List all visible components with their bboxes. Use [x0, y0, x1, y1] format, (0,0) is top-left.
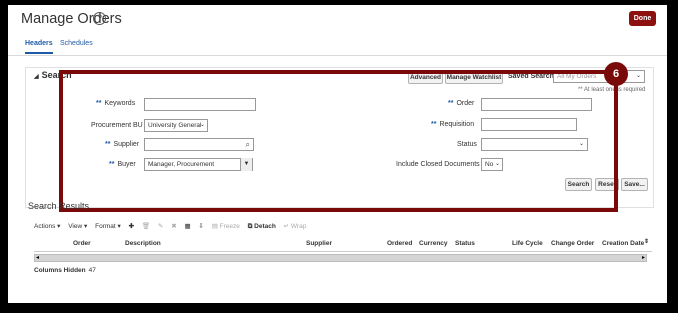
- help-icon[interactable]: ?: [93, 12, 106, 25]
- done-button[interactable]: Done: [629, 11, 656, 26]
- freeze-label: Freeze: [219, 223, 240, 230]
- tabs-divider: [8, 55, 667, 56]
- chevron-down-icon: ⌄: [635, 73, 641, 79]
- column-header-status[interactable]: Status: [455, 240, 475, 247]
- results-table-header: Order Description Supplier Ordered Curre…: [34, 238, 652, 252]
- column-header-change-order[interactable]: Change Order: [551, 240, 594, 247]
- page-title: Manage Orders: [21, 11, 122, 27]
- column-header-description[interactable]: Description: [125, 240, 161, 247]
- columns-hidden-info: Columns Hidden 47: [34, 267, 96, 274]
- collapse-triangle-icon[interactable]: ◢: [34, 74, 39, 80]
- column-header-supplier[interactable]: Supplier: [306, 240, 332, 247]
- delete-icon: 🗑: [141, 223, 151, 230]
- tab-headers[interactable]: Headers: [25, 40, 53, 54]
- actions-menu[interactable]: Actions ▾: [34, 222, 60, 230]
- step-badge: 6: [604, 62, 628, 86]
- detach-label: Detach: [254, 223, 276, 230]
- column-header-creation-date[interactable]: Creation Date: [602, 240, 644, 247]
- add-icon[interactable]: ✚: [129, 222, 134, 230]
- column-header-ordered[interactable]: Ordered: [387, 240, 412, 247]
- freeze-button: ▤ Freeze: [211, 223, 240, 230]
- scroll-right-icon[interactable]: ▸: [642, 254, 645, 261]
- column-header-life-cycle[interactable]: Life Cycle: [512, 240, 543, 247]
- view-label: View: [68, 223, 83, 230]
- column-header-currency[interactable]: Currency: [419, 240, 448, 247]
- horizontal-scrollbar[interactable]: ◂ ▸: [34, 254, 647, 262]
- column-header-order[interactable]: Order: [73, 240, 91, 247]
- wrap-label: Wrap: [290, 223, 307, 230]
- columns-icon[interactable]: ▦: [184, 222, 190, 230]
- scroll-left-icon[interactable]: ◂: [36, 254, 39, 261]
- wrap-button: ↵ Wrap: [283, 223, 307, 230]
- actions-label: Actions: [34, 223, 56, 230]
- highlight-box: [59, 70, 618, 212]
- search-results-title: Search Results: [28, 201, 90, 211]
- sort-icon[interactable]: ⇕: [644, 238, 649, 245]
- format-label: Format: [95, 223, 116, 230]
- edit-icon: ✎: [157, 223, 164, 230]
- results-toolbar: Actions ▾ View ▾ Format ▾ ✚ 🗑 ✎ ✖ ▦ ⇩ ▤ …: [34, 222, 312, 231]
- format-menu[interactable]: Format ▾: [95, 222, 121, 230]
- close-icon: ✖: [171, 223, 177, 230]
- columns-hidden-count: 47: [88, 267, 96, 274]
- tab-schedules[interactable]: Schedules: [60, 40, 93, 47]
- app-frame: Manage Orders ? Done Headers Schedules ◢…: [8, 5, 667, 303]
- detach-button[interactable]: ⧉ Detach: [248, 223, 276, 231]
- save-button[interactable]: Save...: [621, 178, 648, 191]
- columns-hidden-label: Columns Hidden: [34, 267, 86, 274]
- view-menu[interactable]: View ▾: [68, 222, 87, 230]
- export-icon[interactable]: ⇩: [198, 222, 203, 230]
